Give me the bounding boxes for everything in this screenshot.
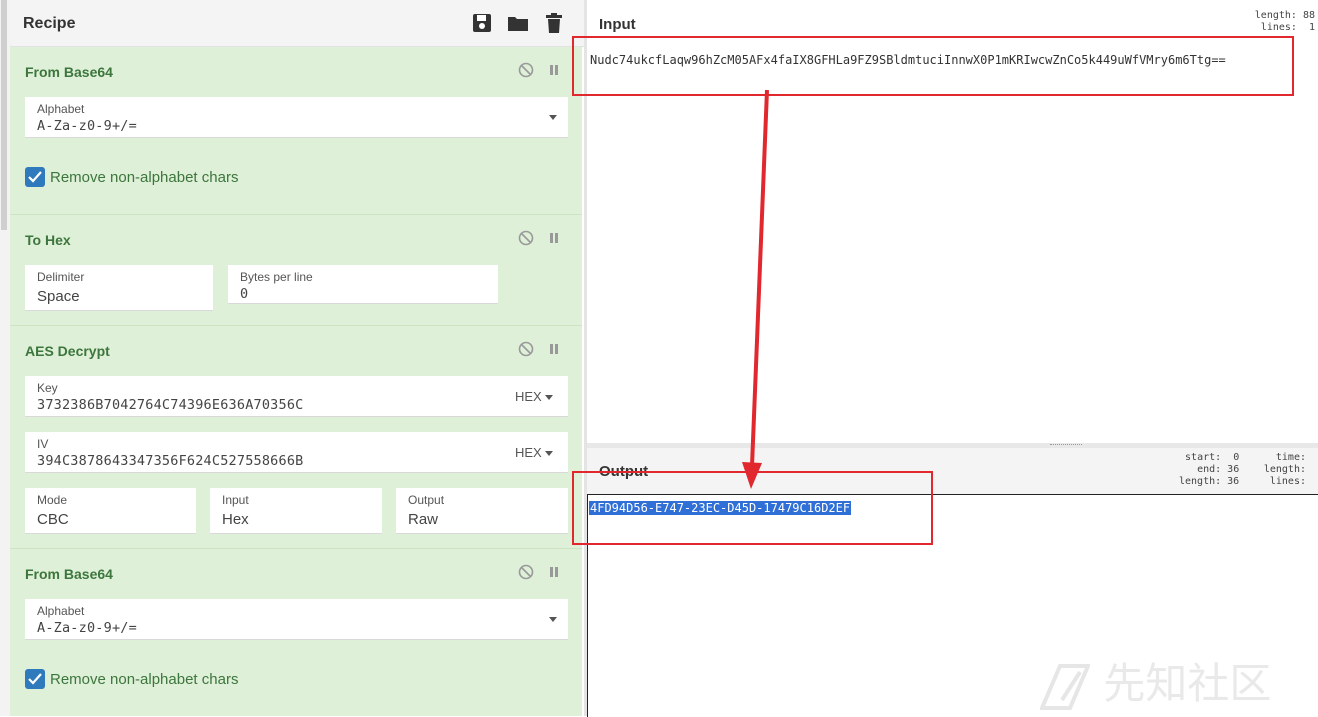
folder-icon[interactable]: [507, 12, 529, 34]
field-label: Key: [37, 381, 58, 395]
output-selection-stats: start: 0 end: 36 length: 36: [1179, 452, 1240, 487]
remove-non-alphabet-checkbox[interactable]: [25, 167, 45, 187]
bytes-per-line-field[interactable]: Bytes per line 0: [228, 265, 498, 304]
resize-grip-icon[interactable]: [1050, 444, 1082, 447]
mode-field[interactable]: Mode CBC: [25, 488, 196, 534]
field-label: Mode: [37, 493, 68, 507]
operation-from-base64: From Base64 Alphabet A-Za-z0-9+/= Remove…: [10, 549, 582, 716]
operation-title: AES Decrypt: [25, 343, 110, 359]
check-icon: [28, 171, 42, 183]
watermark-logo: 先知社区: [1038, 650, 1272, 711]
input-title: Input: [599, 16, 636, 33]
field-value[interactable]: Raw: [408, 511, 438, 528]
watermark-logo-icon: [1038, 663, 1092, 710]
recipe-title: Recipe: [23, 15, 76, 32]
field-value[interactable]: A-Za-z0-9+/=: [37, 620, 137, 636]
remove-non-alphabet-checkbox[interactable]: [25, 669, 45, 689]
key-format-dropdown[interactable]: HEX: [515, 389, 542, 404]
disable-icon[interactable]: [518, 564, 534, 580]
pause-icon[interactable]: [546, 564, 562, 580]
input-textarea[interactable]: Nudc74ukcfLaqw96hZcM05AFx4faIX8GFHLa9FZ9…: [587, 38, 1318, 443]
iv-format-dropdown[interactable]: HEX: [515, 445, 542, 460]
delimiter-field[interactable]: Delimiter Space: [25, 265, 213, 311]
chevron-down-icon[interactable]: [549, 115, 557, 120]
field-value[interactable]: A-Za-z0-9+/=: [37, 118, 137, 134]
field-value[interactable]: 3732386B7042764C74396E636A70356C: [37, 397, 304, 413]
disable-icon[interactable]: [518, 341, 534, 357]
input-stats: length: 88 lines: 1: [1254, 10, 1315, 33]
recipe-header: Recipe: [10, 0, 584, 47]
output-highlight-box: [572, 471, 933, 545]
input-highlight-box: [572, 36, 1294, 96]
field-label: IV: [37, 437, 49, 451]
field-value[interactable]: Hex: [222, 511, 249, 528]
operation-title: From Base64: [25, 566, 113, 582]
field-value[interactable]: 0: [240, 286, 248, 302]
input-header: Input length: 88 lines: 1: [587, 0, 1318, 38]
field-value[interactable]: 394C3878643347356F624C527558666B: [37, 453, 304, 469]
field-value[interactable]: Space: [37, 288, 80, 305]
disable-icon[interactable]: [518, 230, 534, 246]
operation-from-base64: From Base64 Alphabet A-Za-z0-9+/= Remove…: [10, 47, 582, 215]
trash-icon[interactable]: [543, 12, 565, 34]
output-stats: time: length: lines:: [1263, 452, 1306, 487]
chevron-down-icon[interactable]: [545, 395, 553, 400]
save-icon[interactable]: [471, 12, 493, 34]
field-label: Output: [408, 493, 445, 507]
pause-icon[interactable]: [546, 62, 562, 78]
operation-aes-decrypt: AES Decrypt Key 3732386B7042764C74396E63…: [10, 326, 582, 549]
field-label: Input: [222, 493, 249, 507]
check-icon: [28, 673, 42, 685]
recipe-scrollbar[interactable]: [0, 0, 10, 716]
chevron-down-icon[interactable]: [545, 451, 553, 456]
field-value[interactable]: CBC: [37, 511, 69, 528]
alphabet-field[interactable]: Alphabet A-Za-z0-9+/=: [25, 599, 568, 640]
recipe-panel: Recipe From Base64 Alphabet A-Za-z0-9+/=…: [0, 0, 584, 716]
pause-icon[interactable]: [546, 230, 562, 246]
disable-icon[interactable]: [518, 62, 534, 78]
checkbox-label: Remove non-alphabet chars: [50, 671, 239, 688]
alphabet-field[interactable]: Alphabet A-Za-z0-9+/=: [25, 97, 568, 138]
operation-title: From Base64: [25, 64, 113, 80]
field-label: Alphabet: [37, 102, 85, 116]
input-format-field[interactable]: Input Hex: [210, 488, 382, 534]
operation-to-hex: To Hex Delimiter Space Bytes per line 0: [10, 215, 582, 326]
field-label: Bytes per line: [240, 270, 313, 284]
key-field[interactable]: Key 3732386B7042764C74396E636A70356C HEX: [25, 376, 568, 417]
iv-field[interactable]: IV 394C3878643347356F624C527558666B HEX: [25, 432, 568, 473]
watermark-text: 先知社区: [1103, 659, 1272, 708]
field-label: Delimiter: [37, 270, 85, 284]
output-format-field[interactable]: Output Raw: [396, 488, 568, 534]
field-label: Alphabet: [37, 604, 85, 618]
checkbox-label: Remove non-alphabet chars: [50, 169, 239, 186]
chevron-down-icon[interactable]: [549, 617, 557, 622]
operation-title: To Hex: [25, 232, 71, 248]
recipe-scrollbar-thumb[interactable]: [1, 0, 7, 230]
pause-icon[interactable]: [546, 341, 562, 357]
